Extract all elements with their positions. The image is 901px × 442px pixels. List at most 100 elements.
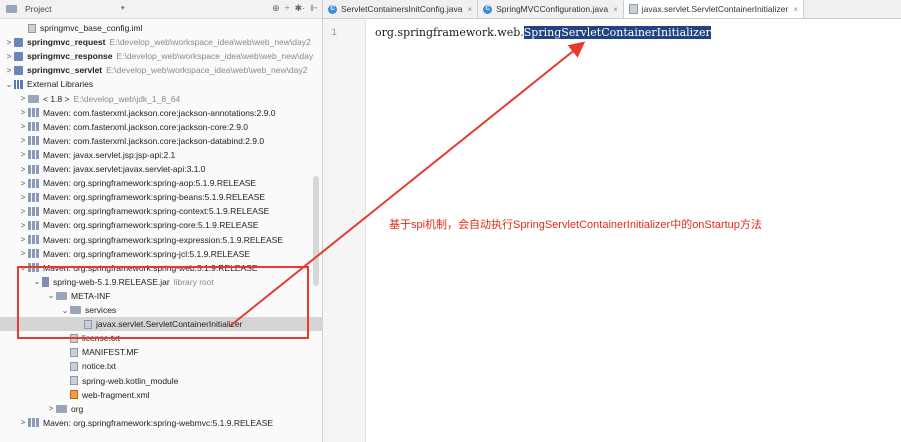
tree-item-label: spring-web.kotlin_module (82, 375, 179, 386)
collapse-icon[interactable]: ÷ (285, 3, 290, 14)
mod-icon (14, 37, 23, 47)
file-icon (70, 376, 78, 385)
project-icon (6, 5, 17, 13)
tab-label: ServletContainersInitConfig.java (341, 4, 463, 14)
chevron-right-icon[interactable]: > (18, 136, 28, 145)
chevron-right-icon[interactable]: > (18, 193, 28, 202)
project-panel-header: Project ▾ ⊕ ÷ ✱· ⊩ (0, 0, 322, 19)
editor-tab[interactable]: javax.servlet.ServletContainerInitialize… (623, 0, 804, 18)
tree-item[interactable]: springmvc_base_config.iml (0, 21, 322, 35)
lib-icon (28, 192, 39, 202)
tree-scrollbar[interactable] (313, 176, 319, 286)
class-icon: C (328, 4, 337, 14)
tree-item-label: < 1.8 > (43, 93, 70, 104)
highlight-box (17, 266, 309, 339)
close-icon[interactable]: × (467, 5, 472, 14)
editor-tab[interactable]: C ServletContainersInitConfig.java × (323, 0, 479, 18)
tree-item[interactable]: > springmvc_response E:\develop_web\worksp… (0, 49, 322, 63)
code-line[interactable]: org.springframework.web.SpringServletCon… (375, 26, 711, 39)
hide-icon[interactable]: ⊩ (310, 3, 318, 14)
chevron-right-icon[interactable]: > (46, 404, 56, 413)
tree-item-label: Maven: org.springframework:spring-jcl:5.… (43, 248, 250, 259)
close-icon[interactable]: × (613, 5, 618, 14)
lib-icon (28, 249, 39, 259)
chevron-down-icon[interactable]: ⌄ (4, 80, 14, 89)
tree-item[interactable]: > Maven: org.springframework:spring-expre… (0, 233, 322, 247)
tree-item[interactable]: MANIFEST.MF (0, 345, 322, 359)
lib-icon (28, 164, 39, 174)
project-panel: Project ▾ ⊕ ÷ ✱· ⊩ springmvc_base_config… (0, 0, 323, 442)
lib-icon (28, 206, 39, 216)
tree-item[interactable]: > Maven: javax.servlet:javax.servlet-api:… (0, 162, 322, 176)
tree-item[interactable]: > Maven: javax.servlet.jsp:jsp-api:2.1 (0, 148, 322, 162)
tree-item-label: Maven: org.springframework:spring-webmvc… (43, 417, 274, 428)
tree-item-path: E:\develop_web\workspace_idea\web\web_ne… (116, 51, 314, 62)
tree-item[interactable]: spring-web.kotlin_module (0, 374, 322, 388)
tree-item-label: springmvc_base_config.iml (40, 23, 143, 33)
chevron-right-icon[interactable]: > (18, 94, 28, 103)
lib-icon (28, 150, 39, 160)
tree-item[interactable]: > Maven: org.springframework:spring-core:… (0, 218, 322, 232)
tree-item[interactable]: > Maven: org.springframework:spring-aop:5… (0, 176, 322, 190)
lib-icon (28, 220, 39, 230)
tree-item-label: Maven: com.fasterxml.jackson.core:jackso… (43, 121, 249, 132)
chevron-right-icon[interactable]: > (18, 122, 28, 131)
tree-item[interactable]: ⌄ External Libraries (0, 77, 322, 91)
file-icon (28, 23, 36, 33)
tree-item[interactable]: > Maven: com.fasterxml.jackson.core:jacks… (0, 134, 322, 148)
chevron-right-icon[interactable]: > (4, 52, 14, 61)
chevron-right-icon[interactable]: > (18, 207, 28, 216)
locate-icon[interactable]: ⊕ (272, 3, 280, 14)
tree-item-path: E:\develop_web\workspace_idea\web\web_ne… (109, 37, 311, 48)
tree-item-label: External Libraries (27, 79, 94, 90)
project-panel-title[interactable]: Project (25, 4, 51, 14)
chevron-right-icon[interactable]: > (18, 179, 28, 188)
chevron-right-icon[interactable]: > (4, 66, 14, 75)
tree-item[interactable]: > Maven: org.springframework:spring-webmv… (0, 416, 322, 430)
tree-item[interactable]: > Maven: org.springframework:spring-beans… (0, 190, 322, 204)
tree-item[interactable]: > Maven: org.springframework:spring-conte… (0, 204, 322, 218)
tree-item[interactable]: > Maven: com.fasterxml.jackson.core:jacks… (0, 120, 322, 134)
gear-icon[interactable]: ✱· (295, 3, 306, 14)
tree-item-label: Maven: javax.servlet:javax.servlet-api:3… (43, 164, 206, 174)
chevron-right-icon[interactable]: > (18, 165, 28, 174)
tree-item[interactable]: > springmvc_servlet E:\develop_web\workspa… (0, 63, 322, 77)
tree-item-label: MANIFEST.MF (82, 347, 139, 358)
close-icon[interactable]: × (793, 5, 798, 14)
lib-icon (28, 178, 39, 188)
chevron-right-icon[interactable]: > (18, 221, 28, 230)
tree-item[interactable]: > Maven: com.fasterxml.jackson.core:jacks… (0, 106, 322, 120)
lib-icon (28, 108, 39, 118)
code-prefix: org.springframework.web. (375, 26, 524, 39)
chevron-right-icon[interactable]: > (18, 108, 28, 117)
file-icon (70, 347, 78, 357)
tree-item-label: Maven: org.springframework:spring-aop:5.… (43, 178, 257, 189)
tree-item-label: springmvc_servlet (27, 65, 103, 76)
tree-item[interactable]: > Maven: org.springframework:spring-jcl:5… (0, 247, 322, 261)
tree-item[interactable]: > springmvc_request E:\develop_web\workspa… (0, 35, 322, 49)
tree-item-label: Maven: org.springframework:spring-expres… (43, 234, 283, 245)
editor-tab[interactable]: C SpringMVCConfiguration.java × (478, 0, 624, 18)
tree-item-label: web-fragment.xml (82, 389, 150, 400)
tree-item-label: Maven: org.springframework:spring-contex… (43, 206, 270, 217)
tree-item-label: org (71, 403, 84, 414)
file-icon (628, 4, 638, 14)
chevron-right-icon[interactable]: > (18, 418, 28, 427)
line-number: 1 (331, 28, 338, 39)
mod-icon (14, 65, 23, 75)
tree-item-path: E:\develop_web\jdk_1_8_64 (73, 93, 181, 104)
chevron-right-icon[interactable]: > (18, 249, 28, 258)
mod-icon (14, 51, 23, 61)
tree-item[interactable]: > org (0, 402, 322, 416)
chevron-down-icon[interactable]: ▾ (121, 4, 125, 12)
project-toolbar: ⊕ ÷ ✱· ⊩ (272, 3, 318, 14)
chevron-right-icon[interactable]: > (4, 38, 14, 47)
chevron-right-icon[interactable]: > (18, 235, 28, 244)
tree-item[interactable]: web-fragment.xml (0, 388, 322, 402)
tree-item[interactable]: > < 1.8 > E:\develop_web\jdk_1_8_64 (0, 92, 322, 106)
class-icon: C (483, 4, 493, 14)
lib-icon (28, 235, 39, 244)
tree-item-label: Maven: org.springframework:spring-core:5… (43, 220, 259, 231)
tree-item[interactable]: notice.txt (0, 359, 322, 373)
chevron-right-icon[interactable]: > (18, 150, 28, 159)
